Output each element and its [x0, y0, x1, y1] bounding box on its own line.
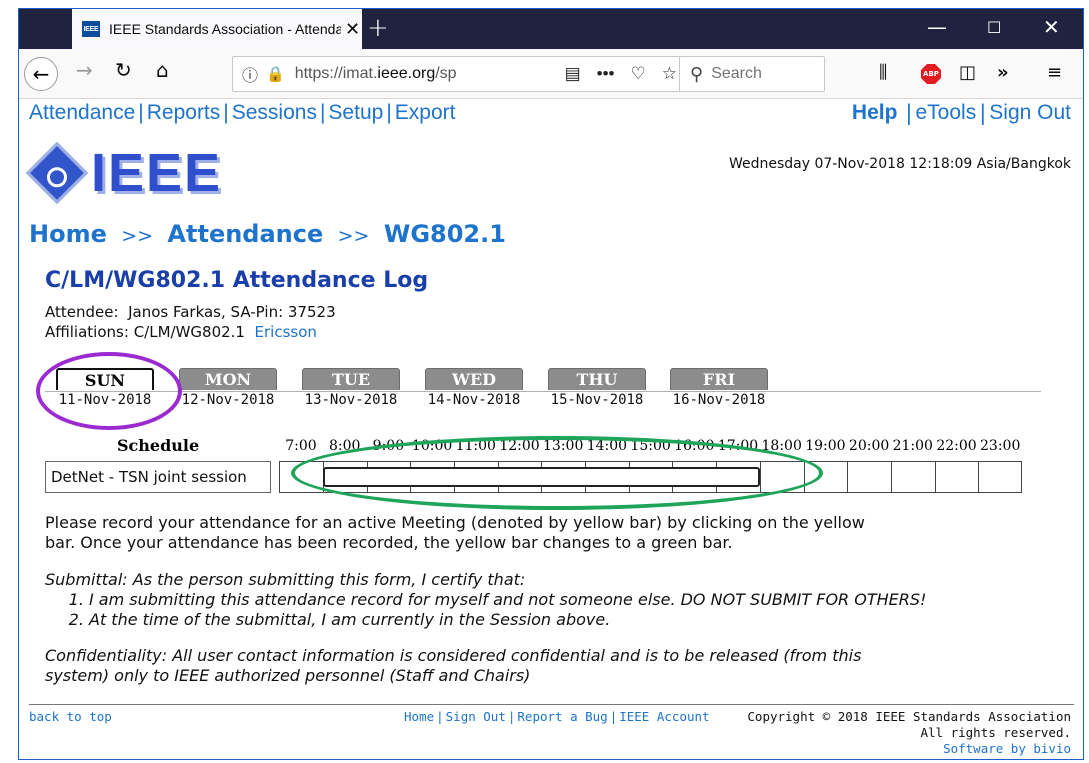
menu-sessions[interactable]: Sessions: [232, 101, 317, 125]
schedule-cell: [847, 462, 891, 492]
reader-view-icon[interactable]: ▤: [565, 64, 581, 84]
session-name: DetNet - TSN joint session: [45, 461, 271, 493]
hour-label: 23:00: [980, 438, 1021, 454]
green-highlight-circle: [291, 436, 823, 510]
tab-tue[interactable]: TUE 13-Nov-2018: [301, 368, 401, 408]
navigation-bar: ← → ↻ ⌂ ⓘ 🔒 https://imat.ieee.org/sp ▤ •…: [19, 49, 1083, 99]
affiliation: C/LM/WG802.1: [133, 323, 245, 341]
breadcrumb-attendance[interactable]: Attendance: [167, 220, 323, 248]
close-tab-icon[interactable]: ✕: [345, 19, 360, 40]
footer-ieee-account-link[interactable]: IEEE Account: [619, 709, 709, 724]
menu-reports[interactable]: Reports: [147, 101, 221, 125]
reload-icon[interactable]: ↻: [115, 58, 132, 82]
top-menu: Attendance | Reports | Sessions | Setup …: [29, 101, 456, 125]
submittal-item: I am submitting this attendance record f…: [89, 590, 1045, 610]
menu-export[interactable]: Export: [395, 101, 456, 125]
hour-label: 22:00: [936, 438, 977, 454]
schedule-cell: [934, 462, 979, 492]
info-icon[interactable]: ⓘ: [242, 62, 258, 86]
footer-divider: [29, 704, 1074, 705]
footer-report-bug-link[interactable]: Report a Bug: [517, 709, 607, 724]
top-right-menu: Help | eTools | Sign Out: [851, 101, 1071, 125]
day-tabs: SUN 11-Nov-2018 MON 12-Nov-2018 TUE 13-N…: [45, 368, 1041, 414]
breadcrumb: Home >> Attendance >> WG802.1: [29, 220, 506, 248]
tab-thu[interactable]: THU 15-Nov-2018: [547, 368, 647, 408]
menu-attendance[interactable]: Attendance: [29, 101, 135, 125]
lock-icon: 🔒: [266, 66, 285, 83]
back-to-top-link[interactable]: back to top: [29, 709, 112, 724]
hour-label: 7:00: [285, 438, 317, 454]
tab-title: IEEE Standards Association - Attendance: [109, 21, 341, 37]
home-icon[interactable]: ⌂: [156, 58, 169, 82]
schedule-cell: [978, 462, 1022, 492]
ieee-logo: IEEE: [25, 141, 223, 205]
page-title: C/LM/WG802.1 Attendance Log: [45, 268, 429, 293]
current-datetime: Wednesday 07-Nov-2018 12:18:09 Asia/Bang…: [728, 156, 1071, 172]
url-text[interactable]: https://imat.ieee.org/sp: [295, 65, 515, 83]
hour-label: 20:00: [848, 438, 890, 454]
minimize-icon[interactable]: —: [927, 15, 947, 39]
tab-wed[interactable]: WED 14-Nov-2018: [424, 368, 524, 408]
browser-tab[interactable]: IEEE IEEE Standards Association - Attend…: [72, 9, 362, 49]
tab-bar: IEEE IEEE Standards Association - Attend…: [19, 9, 1083, 49]
submittal-section: Submittal: As the person submitting this…: [45, 570, 1045, 630]
company-link[interactable]: Ericsson: [255, 323, 317, 341]
ieee-diamond-icon: [25, 141, 89, 205]
maximize-icon[interactable]: ☐: [987, 18, 1001, 37]
window-close-icon[interactable]: ✕: [1043, 15, 1060, 39]
bookmark-star-icon[interactable]: ☆: [662, 64, 677, 84]
hour-label: 19:00: [805, 438, 846, 454]
page-actions-icon[interactable]: •••: [597, 64, 615, 84]
url-bar[interactable]: ⓘ 🔒 https://imat.ieee.org/sp ▤ ••• ♡ ☆: [232, 56, 688, 92]
footer-copyright: Copyright © 2018 IEEE Standards Associat…: [747, 709, 1071, 756]
search-input[interactable]: ⚲ Search: [679, 56, 825, 92]
attendee-name: Janos Farkas, SA-Pin: 37523: [128, 303, 336, 321]
hour-label: 21:00: [892, 438, 933, 454]
purple-highlight-circle: [36, 352, 182, 430]
instructions-text: Please record your attendance for an act…: [45, 513, 865, 552]
search-icon: ⚲: [690, 63, 704, 84]
schedule-cell: [890, 462, 935, 492]
footer-home-link[interactable]: Home: [404, 709, 434, 724]
tab-fri[interactable]: FRI 16-Nov-2018: [669, 368, 769, 408]
confidentiality-text: Confidentiality: All user contact inform…: [45, 646, 862, 685]
library-icon[interactable]: ⫼: [879, 62, 887, 83]
page-content: Attendance | Reports | Sessions | Setup …: [19, 100, 1083, 759]
footer-sign-out-link[interactable]: Sign Out: [446, 709, 506, 724]
software-by-link[interactable]: Software by bivio: [943, 741, 1071, 756]
logo-text: IEEE: [91, 143, 223, 203]
tab-mon[interactable]: MON 12-Nov-2018: [178, 368, 278, 408]
sign-out-link[interactable]: Sign Out: [989, 101, 1071, 125]
browser-window: IEEE IEEE Standards Association - Attend…: [18, 8, 1084, 760]
breadcrumb-wg[interactable]: WG802.1: [384, 220, 506, 248]
adblock-icon[interactable]: ABP: [921, 64, 941, 84]
forward-icon[interactable]: →: [76, 58, 93, 82]
new-tab-icon[interactable]: +: [367, 13, 389, 43]
schedule-heading: Schedule: [117, 436, 200, 455]
menu-icon[interactable]: ≡: [1047, 62, 1062, 83]
menu-setup[interactable]: Setup: [328, 101, 383, 125]
ieee-favicon-icon: IEEE: [82, 21, 100, 37]
overflow-icon[interactable]: »: [997, 62, 1009, 83]
attendee-info: Attendee: Janos Farkas, SA-Pin: 37523 Af…: [45, 303, 336, 341]
help-link[interactable]: Help: [852, 101, 898, 125]
etools-link[interactable]: eTools: [916, 101, 977, 125]
sidebar-icon[interactable]: ◫: [959, 62, 976, 83]
footer-links: Home | Sign Out | Report a Bug | IEEE Account: [404, 709, 710, 724]
footer-left: back to top: [29, 709, 112, 724]
pocket-icon[interactable]: ♡: [631, 64, 646, 84]
back-icon[interactable]: ←: [24, 57, 58, 91]
breadcrumb-home[interactable]: Home: [29, 220, 107, 248]
submittal-item: At the time of the submittal, I am curre…: [89, 610, 1045, 630]
search-placeholder: Search: [711, 65, 762, 82]
